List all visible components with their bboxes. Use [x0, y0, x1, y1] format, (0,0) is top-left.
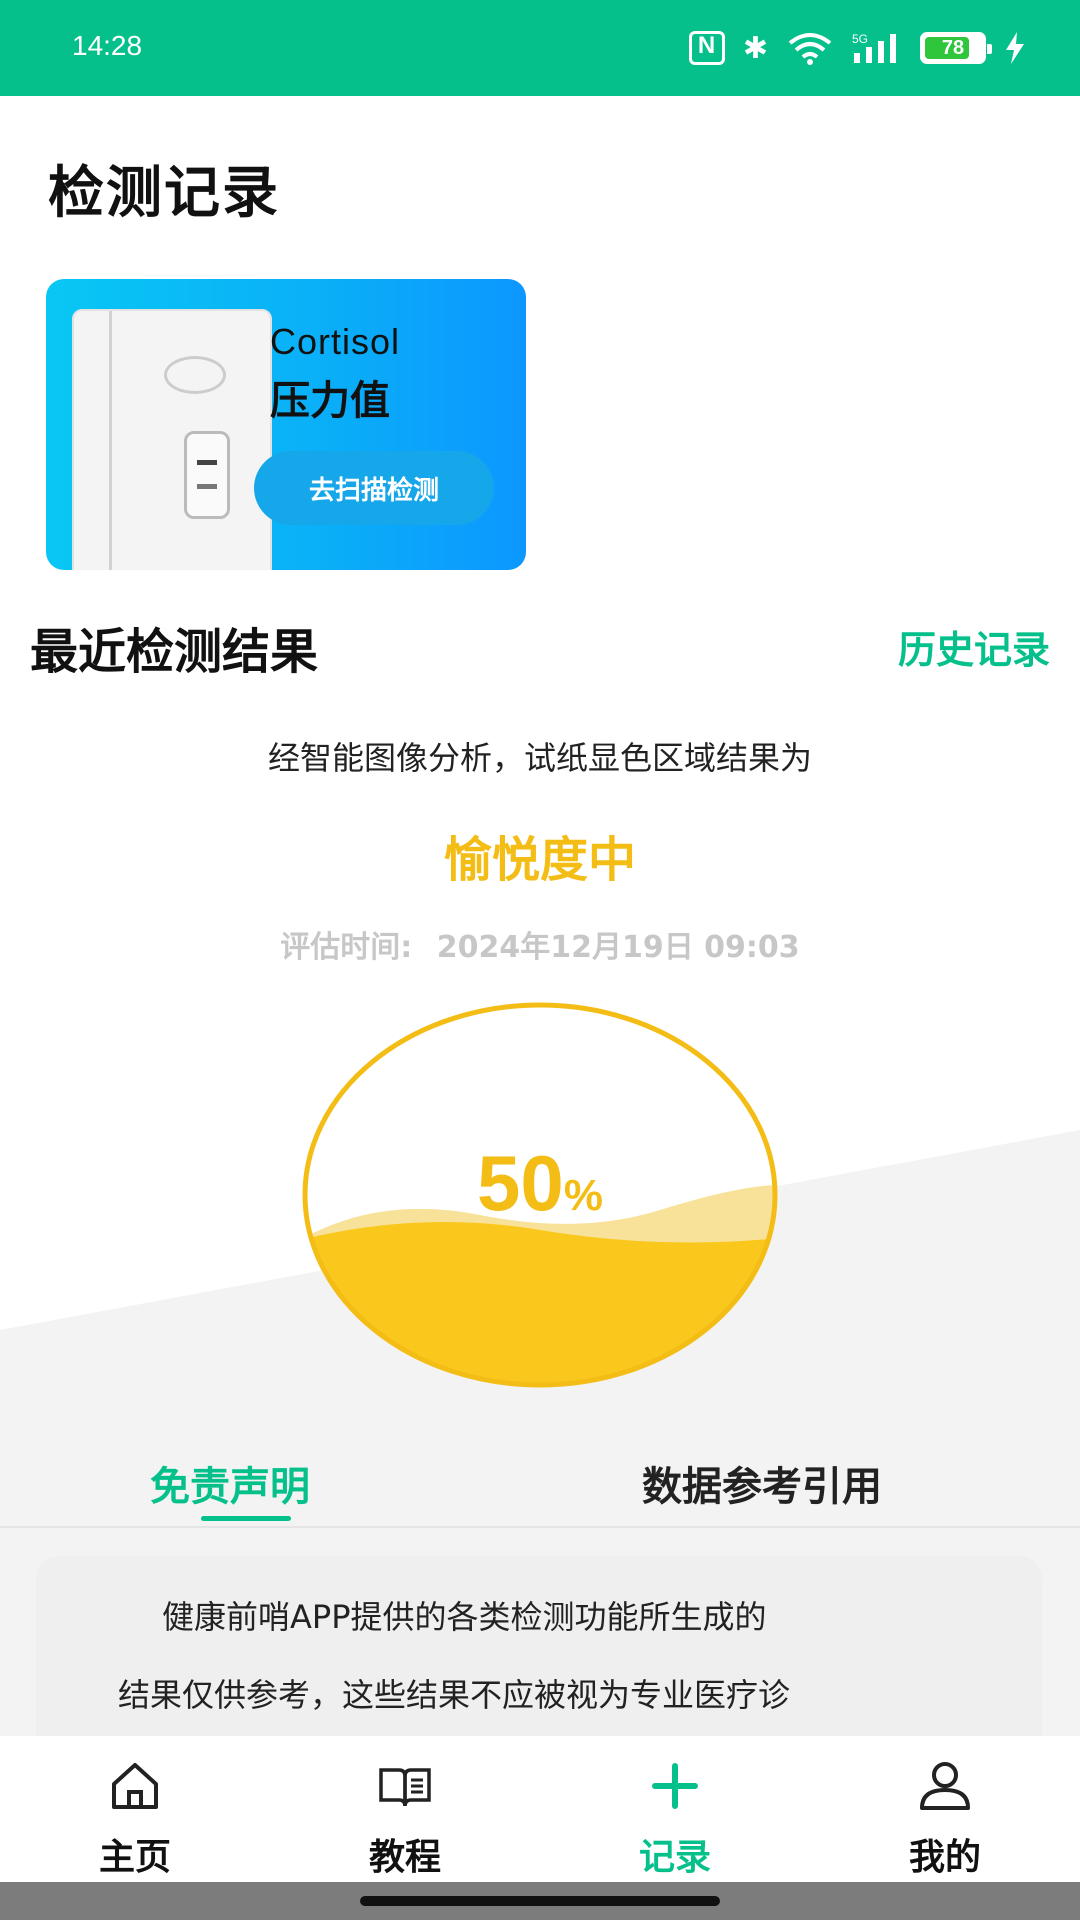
- home-icon: [112, 1763, 158, 1809]
- result-level: 愉悦度中: [443, 832, 636, 888]
- battery-level: 78: [941, 36, 965, 59]
- gauge-value: 50%: [300, 1138, 780, 1229]
- bluetooth-icon: ✱: [742, 30, 768, 66]
- eval-time-value: 2024年12月19日 09:03: [436, 930, 800, 965]
- tab-indicator: [201, 1516, 291, 1521]
- tab-disclaimer[interactable]: 免责声明: [150, 1454, 310, 1512]
- page-title: 检测记录: [48, 161, 280, 226]
- nav-mine-label: 我的: [908, 1837, 981, 1878]
- device-stripe: [109, 311, 112, 570]
- nav-tutorial[interactable]: 教程: [270, 1736, 540, 1882]
- info-tabs: 免责声明 数据参考引用: [0, 1440, 1080, 1528]
- test-strip-image: [72, 309, 272, 570]
- history-link[interactable]: 历史记录: [898, 619, 1050, 674]
- disclaimer-text-line-1: 健康前哨APP提供的各类检测功能所生成的: [162, 1598, 767, 1636]
- signal-icon: 5G: [852, 32, 896, 63]
- nav-tutorial-label: 教程: [368, 1837, 441, 1878]
- nav-home-label: 主页: [98, 1837, 171, 1878]
- nfc-icon: [688, 31, 725, 65]
- gesture-area: [0, 1882, 1080, 1920]
- device-ring: [164, 356, 226, 394]
- plus-icon: [652, 1763, 698, 1809]
- device-window: [184, 431, 230, 519]
- status-icons: ✱ 5G 78: [688, 26, 1026, 70]
- gauge-number: 50: [477, 1139, 564, 1227]
- tab-data-reference[interactable]: 数据参考引用: [642, 1454, 882, 1512]
- charging-icon: [1006, 32, 1024, 64]
- gesture-handle[interactable]: [360, 1896, 720, 1906]
- card-title-en: Cortisol: [270, 321, 401, 362]
- scan-button[interactable]: 去扫描检测: [254, 451, 494, 525]
- battery-cap: [987, 44, 992, 54]
- analysis-text: 经智能图像分析，试纸显色区域结果为: [267, 739, 812, 777]
- status-bar: 14:28 ✱ 5G 78: [0, 0, 1080, 96]
- wifi-icon: [788, 33, 832, 65]
- bottom-nav: 主页 教程 记录 我的: [0, 1736, 1080, 1882]
- eval-time-label: 评估时间:: [280, 930, 413, 965]
- card-title-cn: 压力值: [270, 378, 390, 424]
- result-gauge: 50%: [300, 1000, 780, 1390]
- scan-card[interactable]: Cortisol 压力值 去扫描检测: [46, 279, 526, 570]
- evaluation-time: 评估时间: 2024年12月19日 09:03: [0, 922, 1080, 966]
- nav-records[interactable]: 记录: [540, 1736, 810, 1882]
- nav-home[interactable]: 主页: [0, 1736, 270, 1882]
- battery-icon: 78: [920, 32, 992, 64]
- disclaimer-text-line-2: 结果仅供参考，这些结果不应被视为专业医疗诊: [118, 1676, 791, 1714]
- user-icon: [920, 1762, 970, 1810]
- nav-records-label: 记录: [638, 1837, 711, 1878]
- status-time: 14:28: [72, 30, 143, 61]
- nav-mine[interactable]: 我的: [810, 1736, 1080, 1882]
- recent-results-title: 最近检测结果: [30, 624, 319, 680]
- book-icon: [379, 1768, 431, 1807]
- gauge-unit: %: [563, 1171, 603, 1220]
- network-label: 5G: [852, 32, 868, 46]
